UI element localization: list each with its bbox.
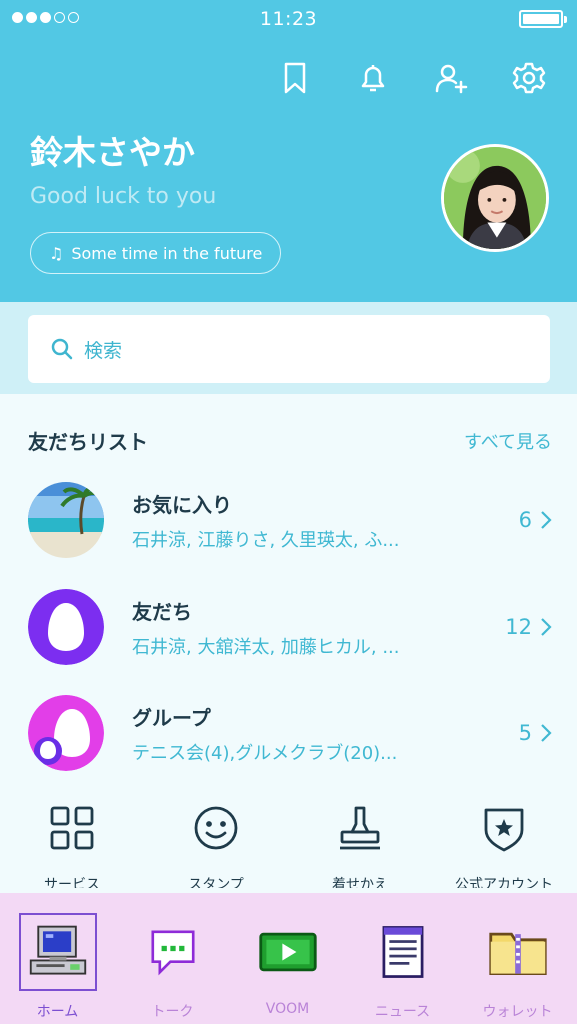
shield-star-icon	[484, 808, 524, 852]
zip-folder-icon	[485, 919, 551, 985]
favorites-avatar	[28, 482, 104, 558]
search-placeholder: 検索	[84, 339, 123, 362]
tab-voom-label: VOOM	[265, 1001, 310, 1017]
theme-button[interactable]: 着せかえ	[288, 804, 432, 888]
tab-news-label: ニュース	[374, 1004, 431, 1020]
groups-members: テニス会(4),グルメクラブ(20)...	[132, 742, 398, 764]
tab-voom[interactable]: VOOM	[230, 893, 345, 1024]
list-item-favorites[interactable]: お気に入り 石井涼, 江藤りさ, 久里瑛太, ふ... 6	[28, 480, 552, 560]
profile-header: 鈴木さやか Good luck to you ♫ Some time in th…	[0, 40, 577, 302]
profile-name[interactable]: 鈴木さやか	[30, 126, 195, 174]
list-item-friends[interactable]: 友だち 石井涼, 大舘洋太, 加藤ヒカル, ... 12	[28, 587, 552, 667]
grid-icon	[50, 806, 94, 850]
tab-wallet-label: ウォレット	[482, 1004, 553, 1020]
sticker-button[interactable]: スタンプ	[144, 804, 288, 888]
chevron-right-icon	[541, 511, 552, 529]
chevron-right-icon	[541, 724, 552, 742]
computer-icon	[18, 913, 97, 991]
groups-avatar	[28, 695, 104, 771]
add-friend-icon[interactable]	[433, 58, 469, 98]
see-all-link[interactable]: すべて見る	[464, 428, 552, 454]
service-shortcuts: サービス スタンプ 着せかえ 公式アカウント	[0, 804, 577, 888]
friends-list-header: 友だちリスト すべて見る	[28, 426, 552, 455]
stamp-icon	[340, 806, 380, 850]
chat-bubble-icon	[140, 919, 206, 985]
search-input[interactable]: 検索	[28, 315, 550, 383]
music-pill[interactable]: ♫ Some time in the future	[30, 232, 282, 274]
avatar[interactable]	[441, 144, 549, 252]
tab-news[interactable]: ニュース	[345, 893, 460, 1024]
groups-count: 5	[518, 721, 532, 745]
header-actions	[277, 58, 547, 98]
list-item-groups[interactable]: グループ テニス会(4),グルメクラブ(20)... 5	[28, 693, 552, 773]
friends-members: 石井涼, 大舘洋太, 加藤ヒカル, ...	[132, 636, 400, 658]
sticker-label: スタンプ	[188, 877, 244, 888]
tab-home[interactable]: ホーム	[0, 893, 115, 1024]
favorites-count: 6	[518, 508, 532, 532]
tab-talk-label: トーク	[151, 1004, 194, 1020]
chevron-right-icon	[541, 618, 552, 636]
service-button[interactable]: サービス	[0, 804, 144, 888]
service-label: サービス	[44, 877, 100, 888]
status-message[interactable]: Good luck to you	[30, 184, 216, 209]
bookmark-icon[interactable]	[277, 58, 313, 98]
bell-icon[interactable]	[355, 58, 391, 98]
battery-level	[523, 14, 559, 24]
video-play-icon	[255, 919, 321, 985]
notepad-icon	[370, 919, 436, 985]
tab-wallet[interactable]: ウォレット	[460, 893, 575, 1024]
music-title: Some time in the future	[71, 243, 263, 263]
tab-home-label: ホーム	[36, 1004, 79, 1020]
theme-label: 着せかえ	[332, 877, 388, 888]
tab-bar: ホーム トーク VOOM ニュース ウォレット	[0, 893, 577, 1024]
search-icon	[51, 338, 73, 360]
search-area: 検索	[0, 302, 577, 394]
favorites-members: 石井涼, 江藤りさ, 久里瑛太, ふ...	[132, 529, 400, 551]
friends-count: 12	[505, 615, 532, 639]
gear-icon[interactable]	[511, 58, 547, 98]
official-account-button[interactable]: 公式アカウント	[432, 804, 576, 888]
favorites-name: お気に入り	[132, 492, 232, 517]
status-bar: 11:23	[0, 0, 577, 40]
friends-list-title: 友だちリスト	[28, 430, 148, 454]
friends-name: 友だち	[132, 599, 192, 624]
groups-name: グループ	[132, 705, 211, 730]
official-account-label: 公式アカウント	[455, 877, 553, 888]
music-note-icon: ♫	[49, 243, 64, 263]
battery-icon	[519, 10, 567, 28]
clock: 11:23	[259, 8, 318, 30]
tab-talk[interactable]: トーク	[115, 893, 230, 1024]
smiley-icon	[194, 806, 238, 850]
friends-avatar	[28, 589, 104, 665]
